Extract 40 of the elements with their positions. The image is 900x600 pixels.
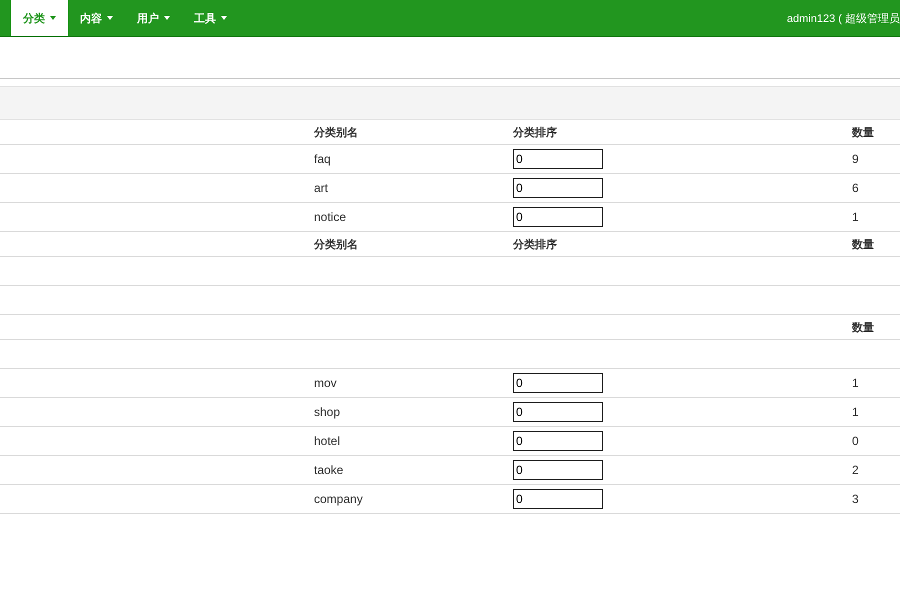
column-header: 分类别名 — [314, 238, 358, 250]
column-header: 分类别名 — [314, 126, 358, 138]
category-alias: art — [314, 181, 328, 195]
column-header: 数量 — [852, 238, 874, 250]
column-header: 数量 — [852, 126, 874, 138]
sort-input[interactable]: 0 — [513, 149, 603, 169]
count-value: 2 — [852, 463, 859, 477]
caret-icon — [107, 16, 113, 20]
column-header: 分类排序 — [513, 126, 557, 138]
sort-input[interactable]: 0 — [513, 373, 603, 393]
nav-tab[interactable]: 分类 — [11, 0, 68, 36]
nav-tab[interactable]: 内容 — [68, 0, 125, 36]
category-alias: shop — [314, 405, 340, 419]
sort-input[interactable]: 0 — [513, 431, 603, 451]
category-alias: mov — [314, 376, 337, 390]
count-value: 1 — [852, 376, 859, 390]
caret-icon — [50, 16, 56, 20]
column-header: 分类排序 — [513, 238, 557, 250]
sort-input[interactable]: 0 — [513, 460, 603, 480]
count-value: 3 — [852, 492, 859, 506]
category-alias: taoke — [314, 463, 344, 477]
category-alias: notice — [314, 210, 346, 224]
caret-icon — [164, 16, 170, 20]
nav-tab[interactable]: 用户 — [125, 0, 182, 36]
count-value: 1 — [852, 405, 859, 419]
column-header: 数量 — [852, 322, 874, 334]
count-value: 0 — [852, 434, 859, 448]
count-value: 9 — [852, 152, 859, 166]
user-name[interactable]: admin123 ( 超级管理员 — [786, 10, 900, 26]
category-alias: hotel — [314, 434, 340, 448]
category-alias: faq — [314, 152, 331, 166]
sort-input[interactable]: 0 — [513, 207, 603, 227]
count-value: 1 — [852, 210, 859, 224]
caret-icon — [221, 16, 227, 20]
sort-input[interactable]: 0 — [513, 402, 603, 422]
nav-tab[interactable]: 工具 — [182, 0, 239, 36]
count-value: 6 — [852, 181, 859, 195]
sort-input[interactable]: 0 — [513, 489, 603, 509]
category-alias: company — [314, 492, 363, 506]
sort-input[interactable]: 0 — [513, 178, 603, 198]
